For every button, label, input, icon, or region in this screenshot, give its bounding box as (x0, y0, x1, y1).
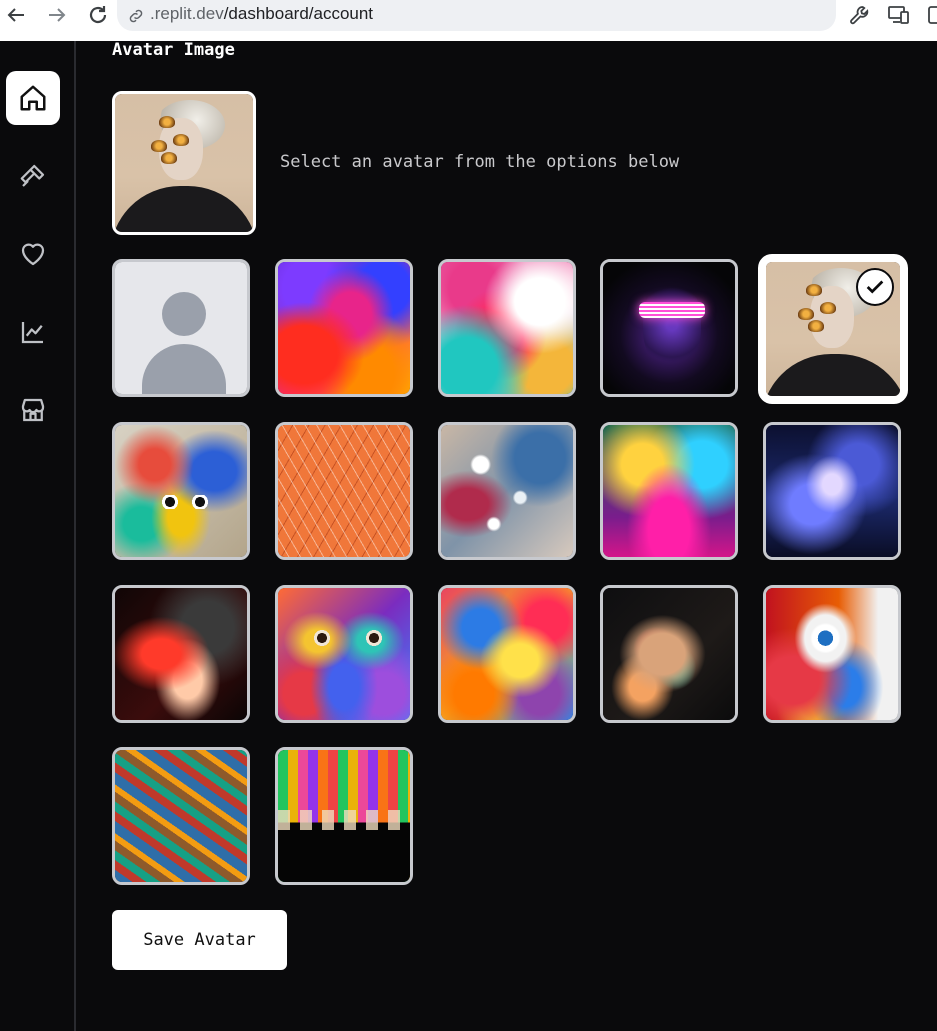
extension-icon[interactable] (926, 3, 937, 27)
avatar-option-ink-swirl-purple-red[interactable] (275, 259, 413, 397)
avatar-image (278, 588, 410, 720)
avatar-image (441, 588, 573, 720)
avatar-image (115, 750, 247, 882)
avatar-image (766, 425, 898, 557)
avatar-option-painted-face-hands[interactable] (275, 585, 413, 723)
reload-icon[interactable] (86, 3, 110, 27)
sidebar-item-home[interactable] (6, 71, 60, 125)
avatar-option-red-light-portrait[interactable] (112, 585, 250, 723)
forward-arrow-icon[interactable] (45, 3, 69, 27)
browser-toolbar: .replit.dev/dashboard/account (0, 0, 937, 41)
url-text: .replit.dev/dashboard/account (150, 4, 374, 23)
avatar-image (603, 588, 735, 720)
avatar-image (603, 262, 735, 394)
avatar-option-colored-pencils[interactable] (275, 747, 413, 885)
home-icon (20, 85, 46, 111)
selected-check-badge (856, 268, 894, 306)
avatar-image (441, 262, 573, 394)
checkmark-icon (866, 280, 884, 294)
avatar-image (278, 262, 410, 394)
avatar-option-rainbow-smoke-portrait[interactable] (600, 422, 738, 560)
avatar-image (603, 425, 735, 557)
hammer-icon (20, 164, 45, 187)
avatar-option-paint-brushes[interactable] (112, 747, 250, 885)
store-icon (21, 398, 45, 422)
avatar-option-galaxy-portrait[interactable] (763, 422, 901, 560)
chart-line-icon (21, 322, 43, 344)
sidebar (0, 41, 76, 1031)
save-avatar-button[interactable]: Save Avatar (112, 910, 287, 970)
address-bar[interactable]: .replit.dev/dashboard/account (117, 0, 836, 31)
link-icon (127, 7, 145, 25)
avatar-option-butterfly-portrait[interactable] (758, 254, 908, 404)
avatar-image (115, 588, 247, 720)
avatar-option-orange-leaf-pattern[interactable] (275, 422, 413, 560)
sidebar-item-store[interactable] (6, 383, 60, 437)
avatar-option-painted-blue-eye[interactable] (763, 585, 901, 723)
avatar-option-paint-drops[interactable] (438, 422, 576, 560)
avatar-image (441, 425, 573, 557)
sidebar-item-tools[interactable] (6, 149, 60, 203)
avatar-option-graffiti-face[interactable] (112, 422, 250, 560)
avatar-option-face-paint-portrait[interactable] (600, 585, 738, 723)
butterfly-portrait-image (115, 94, 253, 232)
avatar-image (115, 425, 247, 557)
sidebar-item-analytics[interactable] (6, 305, 60, 359)
current-avatar-preview (112, 91, 256, 235)
heart-icon (21, 243, 45, 266)
back-arrow-icon[interactable] (4, 3, 28, 27)
sidebar-item-favorites[interactable] (6, 227, 60, 281)
avatar-image (278, 750, 410, 882)
default-avatar-image (115, 262, 247, 394)
avatar-image (766, 588, 898, 720)
avatar-image (278, 425, 410, 557)
avatar-option-ink-swirl-pink-teal[interactable] (438, 259, 576, 397)
section-title: Avatar Image (112, 40, 235, 60)
devices-icon[interactable] (887, 3, 911, 27)
avatar-option-default-silhouette[interactable] (112, 259, 250, 397)
wrench-icon[interactable] (848, 3, 872, 27)
avatar-option-paint-covered-hand[interactable] (438, 585, 576, 723)
avatar-instruction: Select an avatar from the options below (280, 152, 680, 172)
avatar-option-neon-glasses-portrait[interactable] (600, 259, 738, 397)
